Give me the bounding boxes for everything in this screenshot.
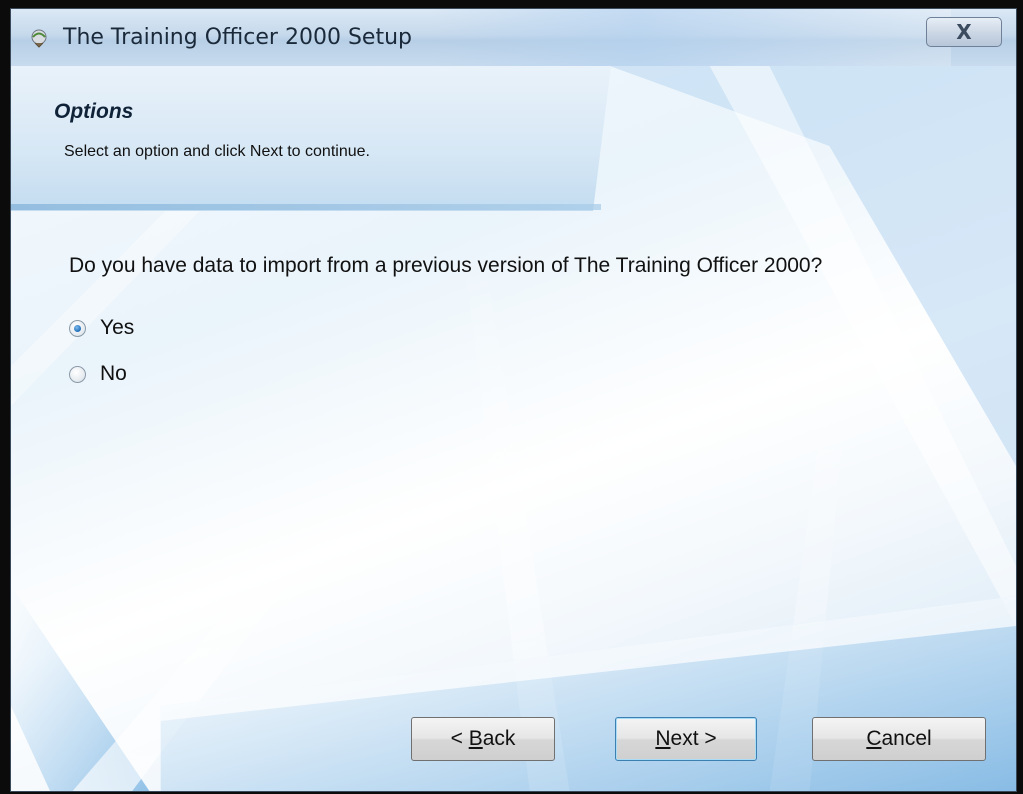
radio-button-no[interactable] xyxy=(69,365,86,383)
close-icon: X xyxy=(956,20,972,44)
next-button-mnemonic: N xyxy=(655,727,671,750)
header-banner xyxy=(11,66,611,211)
option-yes-label: Yes xyxy=(100,316,135,339)
radio-button-yes[interactable] xyxy=(69,319,86,337)
back-button[interactable]: < Back xyxy=(411,717,555,761)
setup-window: The Training Officer 2000 Setup X Option… xyxy=(10,8,1017,792)
next-button-label: ext > xyxy=(670,727,717,750)
cancel-button-mnemonic: C xyxy=(866,727,882,750)
close-button[interactable]: X xyxy=(926,17,1002,47)
option-yes[interactable]: Yes xyxy=(69,316,134,340)
page-title: Options xyxy=(54,100,134,123)
window-title: The Training Officer 2000 Setup xyxy=(63,25,412,50)
button-bar: < Back Next > Cancel xyxy=(11,626,1016,791)
setup-app-icon xyxy=(31,29,47,48)
cancel-button-label: ancel xyxy=(881,727,932,750)
back-button-label: ack xyxy=(482,727,516,750)
import-question: Do you have data to import from a previo… xyxy=(69,254,823,277)
wizard-body: Options Select an option and click Next … xyxy=(11,66,1016,791)
cancel-button[interactable]: Cancel xyxy=(812,717,986,761)
title-bar[interactable]: The Training Officer 2000 Setup X xyxy=(11,9,1016,67)
option-no-label: No xyxy=(100,362,127,385)
title-bar-glare xyxy=(431,9,951,66)
option-no[interactable]: No xyxy=(69,362,127,386)
next-button[interactable]: Next > xyxy=(615,717,757,761)
page-subtitle: Select an option and click Next to conti… xyxy=(64,143,370,160)
back-button-prefix: < xyxy=(450,727,469,750)
header-divider xyxy=(11,204,601,210)
back-button-mnemonic: B xyxy=(468,727,483,750)
